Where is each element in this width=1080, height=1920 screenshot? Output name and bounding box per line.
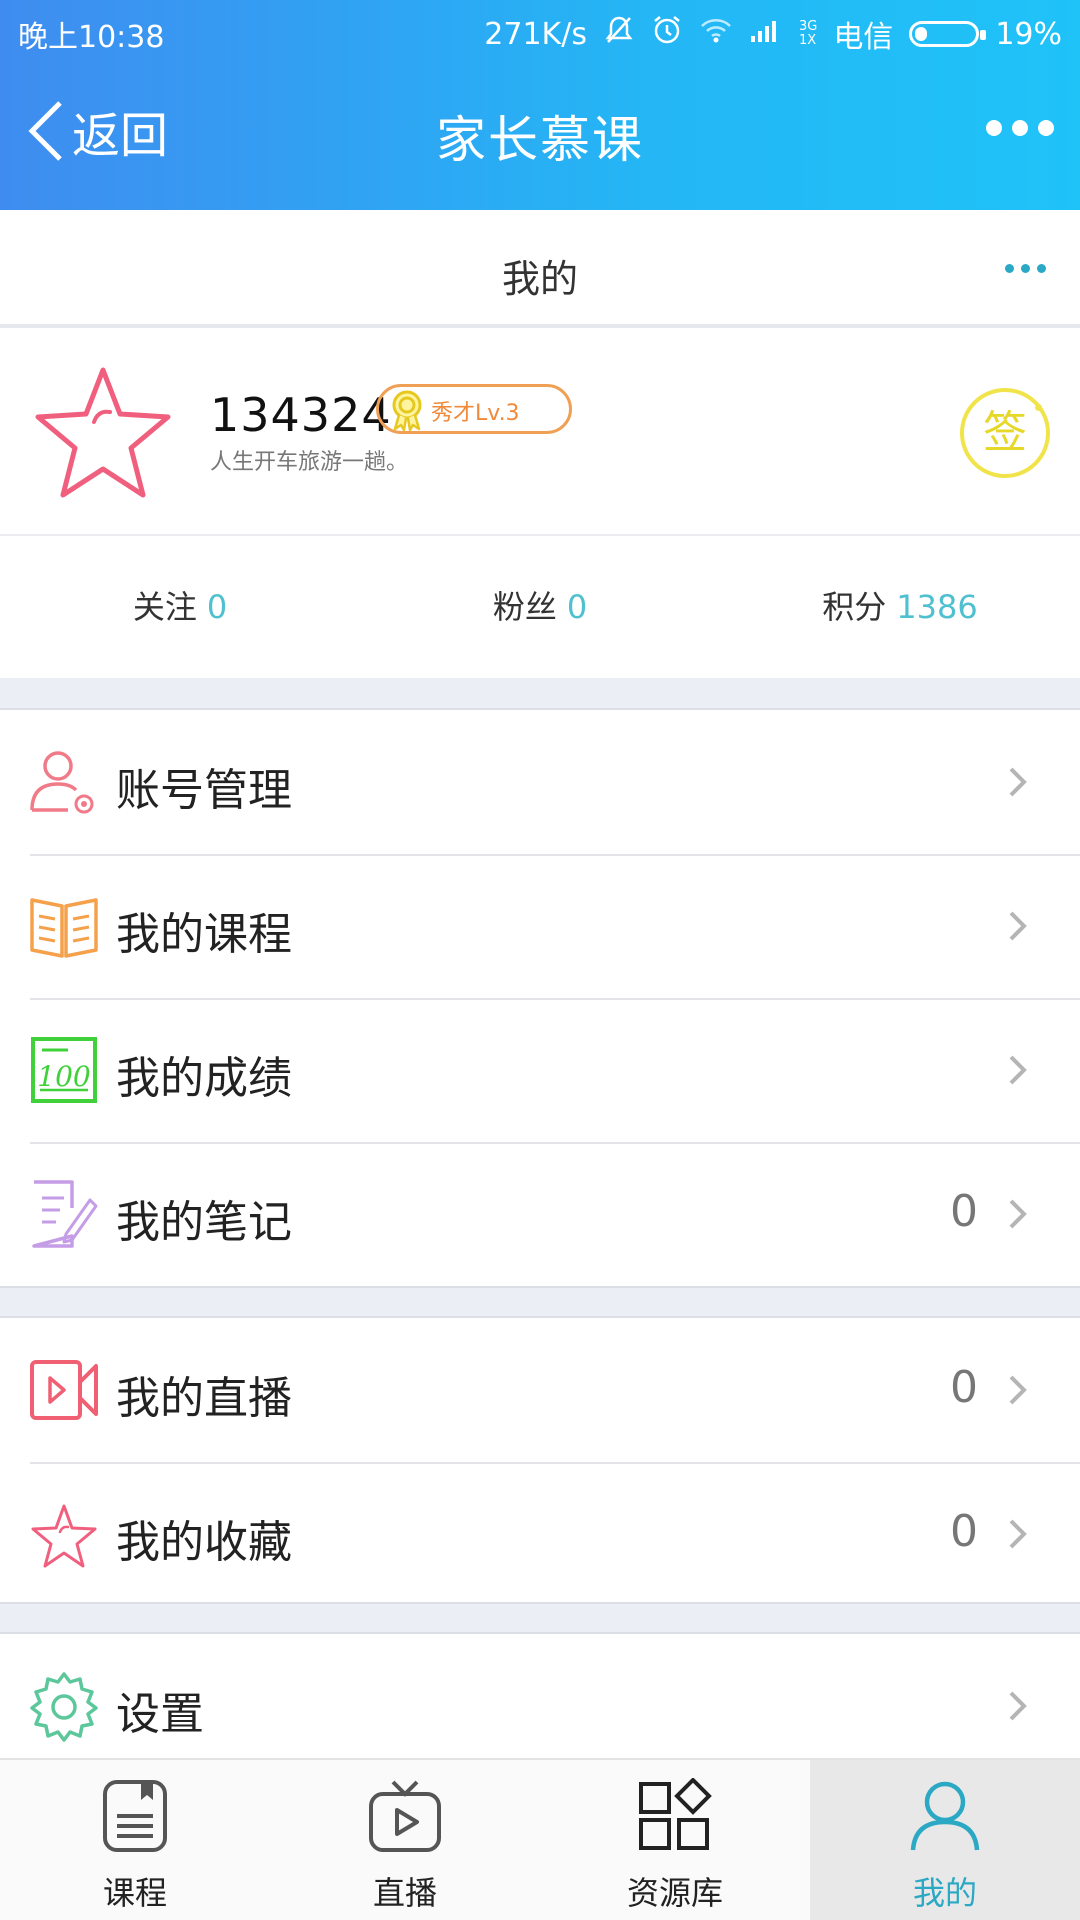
battery-percent: 19% — [995, 16, 1062, 52]
network-speed: 271K/s — [484, 16, 587, 52]
menu-item-live[interactable]: 我的直播 0 — [0, 1318, 1080, 1462]
svg-text:100: 100 — [37, 1060, 90, 1093]
stat-fans[interactable]: 粉丝 0 — [360, 536, 720, 678]
section-divider — [0, 1602, 1080, 1634]
score-100-icon: 100 — [31, 1037, 97, 1103]
menu-item-account[interactable]: 账号管理 — [0, 710, 1080, 854]
bottom-tab-bar: 课程 直播 资源库 我的 — [0, 1758, 1080, 1920]
sub-header: 我的 — [0, 210, 1080, 328]
alarm-icon — [651, 14, 683, 54]
chevron-right-icon — [1009, 1691, 1027, 1721]
more-dot-icon — [1012, 120, 1028, 136]
menu-count: 0 — [950, 1506, 978, 1557]
star-icon — [31, 1504, 97, 1568]
wifi-icon — [699, 16, 733, 52]
section-divider — [0, 678, 1080, 710]
menu-label: 我的笔记 — [116, 1197, 292, 1248]
section-divider — [0, 1286, 1080, 1318]
tab-label: 资源库 — [626, 1874, 723, 1912]
user-icon — [910, 1781, 980, 1851]
level-badge: 秀才Lv.3 — [376, 384, 572, 434]
grid-diamond-icon — [639, 1778, 712, 1850]
profile-card[interactable]: 134324 秀才Lv.3 人生开车旅游一趟。 签 — [0, 332, 1080, 536]
menu-group-media: 我的直播 0 我的收藏 0 — [0, 1318, 1080, 1606]
avatar-star-icon — [35, 367, 171, 498]
status-bar: 晚上10:38 271K/s 3G 1X 电信 19% — [0, 0, 1080, 62]
tab-courses[interactable]: 课程 — [0, 1760, 270, 1920]
menu-item-settings[interactable]: 设置 — [0, 1634, 1080, 1758]
account-settings-icon — [30, 751, 94, 814]
chevron-right-icon — [1009, 1055, 1027, 1085]
battery-icon — [909, 21, 987, 47]
more-dot-icon — [1038, 120, 1054, 136]
chevron-right-icon — [1009, 767, 1027, 797]
tab-resources[interactable]: 资源库 — [540, 1760, 810, 1920]
gear-icon — [30, 1672, 98, 1742]
tab-label: 我的 — [912, 1874, 977, 1912]
course-book-icon — [103, 1780, 167, 1852]
menu-label: 我的收藏 — [116, 1517, 292, 1568]
stats-row: 关注 0 粉丝 0 积分 1386 — [0, 536, 1080, 678]
more-options-button[interactable] — [986, 120, 1054, 136]
level-badge-text: 秀才Lv.3 — [431, 401, 520, 426]
stat-points[interactable]: 积分 1386 — [720, 536, 1080, 678]
chevron-right-icon — [1009, 1199, 1027, 1229]
menu-label: 设置 — [116, 1689, 204, 1740]
menu-item-grades[interactable]: 100 我的成绩 — [0, 998, 1080, 1142]
menu-count: 0 — [950, 1362, 978, 1413]
user-motto: 人生开车旅游一趟。 — [210, 450, 409, 475]
more-dot-icon — [986, 120, 1002, 136]
medal-icon — [392, 390, 422, 431]
tab-label: 课程 — [102, 1874, 167, 1912]
tab-mine[interactable]: 我的 — [810, 1760, 1080, 1920]
menu-item-courses[interactable]: 我的课程 — [0, 854, 1080, 998]
carrier-name: 电信 — [833, 20, 894, 55]
menu-item-notes[interactable]: 我的笔记 0 — [0, 1142, 1080, 1286]
menu-group-main: 账号管理 我的课程 100 我的成绩 我的笔记 0 — [0, 710, 1080, 1286]
network-type: 3G 1X — [798, 19, 818, 48]
tab-label: 直播 — [372, 1874, 437, 1912]
signal-icon — [749, 16, 783, 52]
sign-in-button[interactable]: 签 — [960, 388, 1050, 478]
open-book-icon — [30, 898, 98, 958]
status-time: 晚上10:38 — [18, 20, 165, 55]
chevron-right-icon — [1009, 1375, 1027, 1405]
username: 134324 — [210, 388, 392, 442]
tab-live[interactable]: 直播 — [270, 1760, 540, 1920]
mute-icon — [603, 14, 635, 54]
menu-item-favorites[interactable]: 我的收藏 0 — [0, 1462, 1080, 1606]
video-camera-icon — [30, 1360, 98, 1420]
chevron-right-icon — [1009, 911, 1027, 941]
stat-following[interactable]: 关注 0 — [0, 536, 360, 678]
menu-label: 我的直播 — [116, 1373, 292, 1424]
menu-group-settings: 设置 — [0, 1634, 1080, 1758]
menu-label: 账号管理 — [116, 765, 292, 816]
page-title: 家长慕课 — [436, 111, 644, 169]
menu-count: 0 — [950, 1186, 978, 1237]
menu-label: 我的成绩 — [116, 1053, 292, 1104]
menu-label: 我的课程 — [116, 909, 292, 960]
sub-header-title: 我的 — [501, 257, 578, 301]
chevron-right-icon — [1009, 1519, 1027, 1549]
sub-header-more-button[interactable] — [1005, 264, 1046, 273]
note-edit-icon — [32, 1180, 98, 1248]
tv-play-icon — [369, 1780, 441, 1852]
